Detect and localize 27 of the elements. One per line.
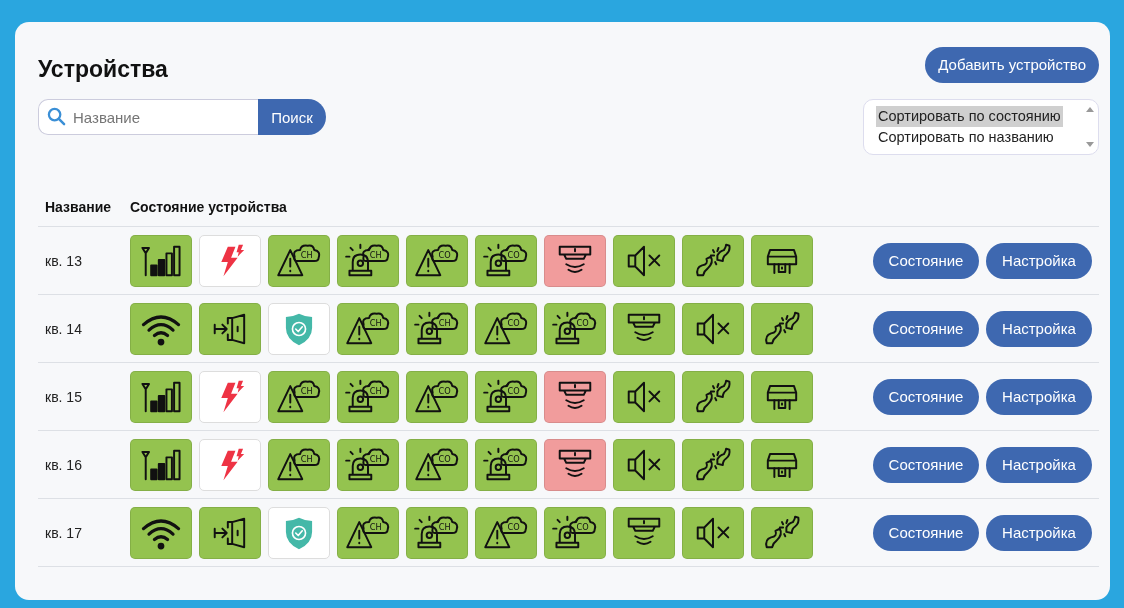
row-action-button[interactable]: Настройка — [986, 242, 1092, 279]
sort-option[interactable]: Сортировать по состоянию — [876, 106, 1063, 127]
row-action-button[interactable]: Настройка — [986, 310, 1092, 347]
sort-option[interactable]: Сортировать по названию — [876, 127, 1056, 148]
page-title: Устройства — [38, 56, 168, 83]
device-name: кв. 13 — [44, 252, 83, 269]
row-action-button[interactable]: Настройка — [986, 378, 1092, 415]
row-action-button[interactable]: Состояние — [873, 378, 979, 415]
search-button[interactable]: Поиск — [258, 99, 326, 135]
row-action-button[interactable]: Состояние — [873, 242, 979, 279]
device-name: кв. 14 — [44, 320, 83, 337]
row-action-button[interactable]: Состояние — [873, 446, 979, 483]
row-action-button[interactable]: Настройка — [986, 514, 1092, 551]
device-name: кв. 17 — [44, 524, 83, 541]
scroll-up-icon[interactable] — [1086, 106, 1094, 112]
scroll-down-icon[interactable] — [1086, 142, 1094, 148]
column-header: Состояние устройства — [130, 199, 287, 215]
row-action-button[interactable]: Состояние — [873, 514, 979, 551]
device-name: кв. 15 — [44, 388, 83, 405]
add-device-button[interactable]: Добавить устройство — [925, 46, 1099, 83]
search-field[interactable]: Название — [38, 99, 258, 135]
row-action-button[interactable]: Настройка — [986, 446, 1092, 483]
row-action-button[interactable]: Состояние — [873, 310, 979, 347]
search-icon — [47, 107, 66, 126]
column-header: Название — [44, 199, 113, 215]
device-name: кв. 16 — [44, 456, 83, 473]
sort-listbox[interactable]: Сортировать по состоянию Сортировать по названию — [863, 99, 1099, 155]
